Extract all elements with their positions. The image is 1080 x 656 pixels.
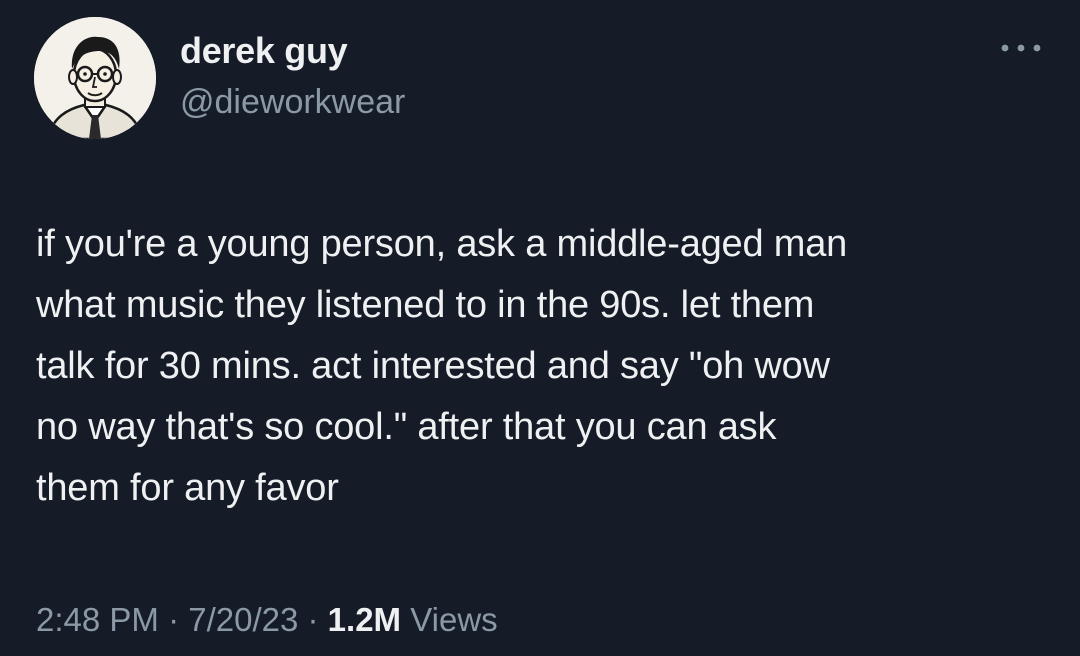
meta-separator: · <box>158 601 189 638</box>
more-options-icon <box>1001 44 1041 52</box>
user-handle[interactable]: @dieworkwear <box>180 85 405 119</box>
meta-separator: · <box>298 601 328 638</box>
portrait-icon <box>34 17 156 139</box>
tweet-time[interactable]: 2:48 PM <box>36 601 159 638</box>
more-options-button[interactable] <box>996 36 1046 60</box>
avatar[interactable] <box>34 17 156 139</box>
display-name[interactable]: derek guy <box>180 33 348 69</box>
tweet-date[interactable]: 7/20/23 <box>188 601 298 638</box>
tweet-text: if you're a young person, ask a middle-a… <box>36 223 848 509</box>
views-count: 1.2M <box>327 601 402 638</box>
views-label: Views <box>401 601 498 638</box>
tweet-metadata: 2:48 PM · 7/20/23 · 1.2M Views <box>36 603 498 636</box>
tweet-card: derek guy @dieworkwear if you're a young… <box>0 0 1080 656</box>
